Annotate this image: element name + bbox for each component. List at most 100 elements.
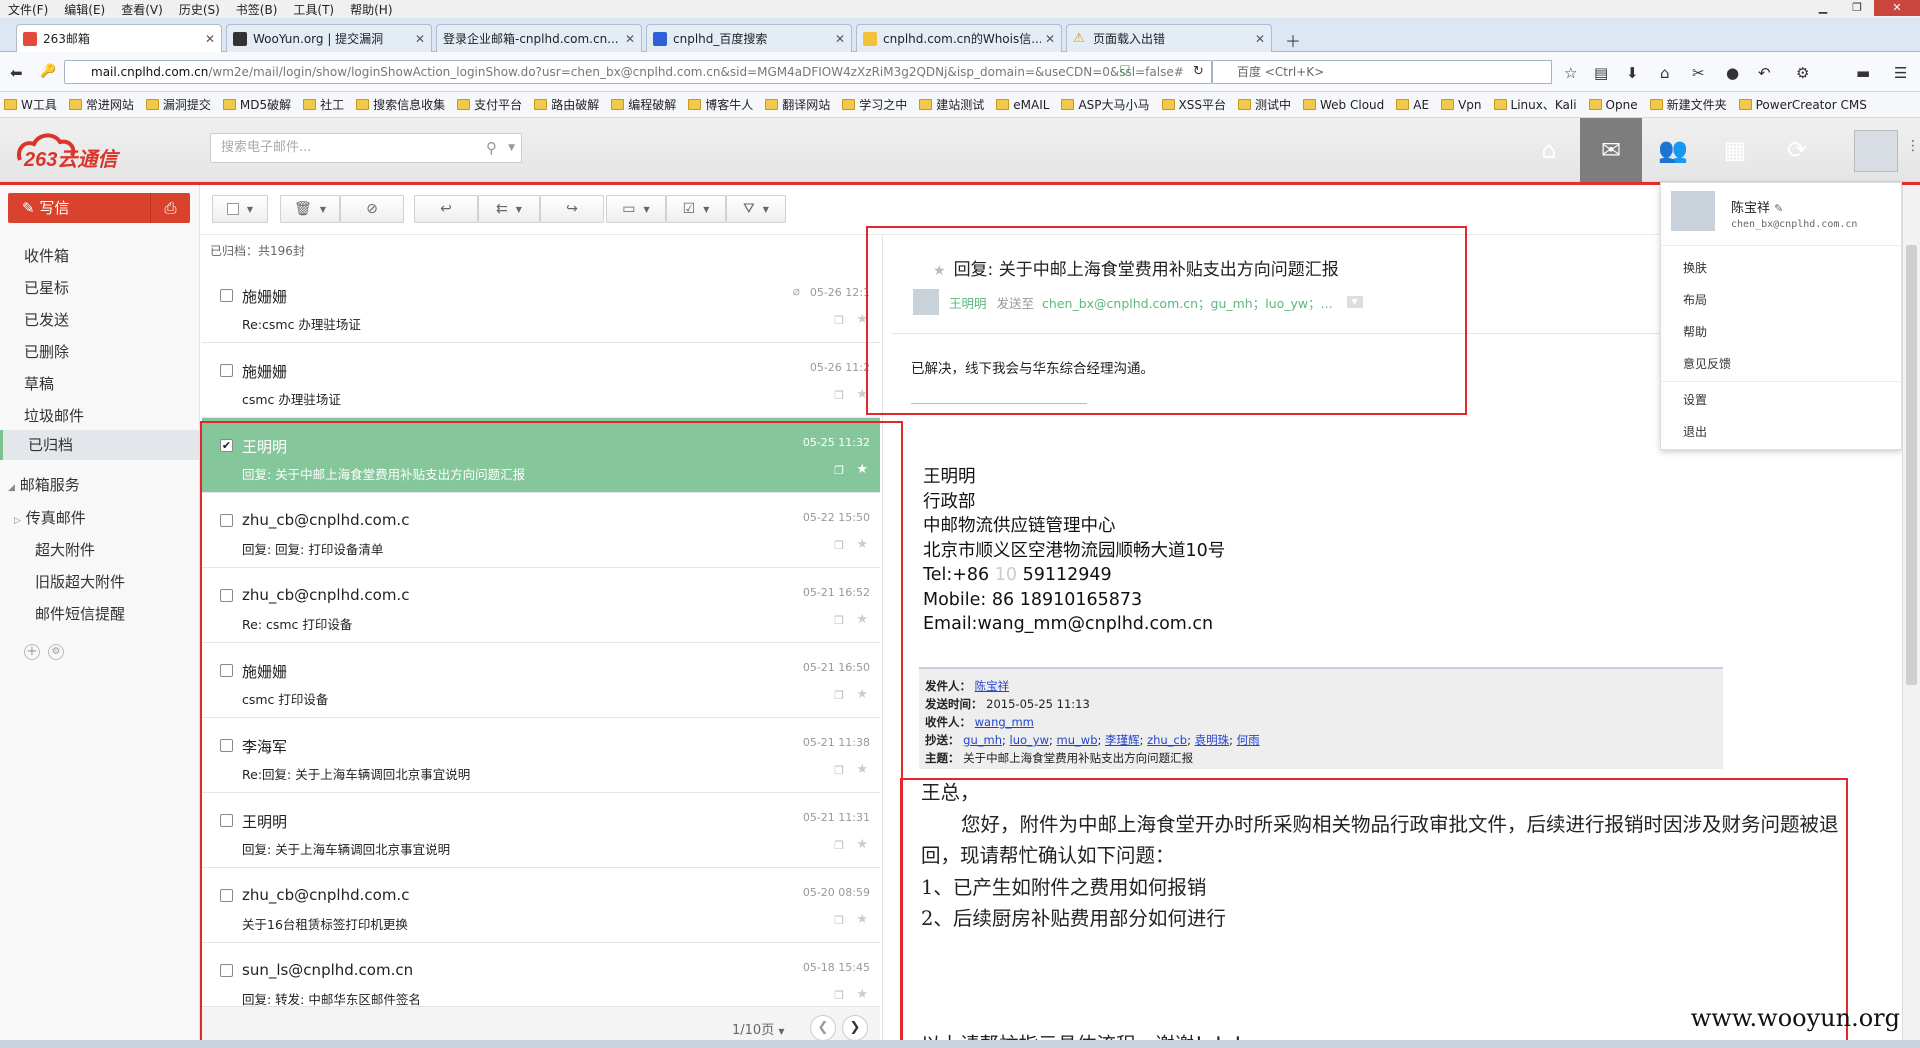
bookmark-item[interactable]: 支付平台	[457, 96, 522, 113]
bookmark-star-icon[interactable]: ☆	[1564, 64, 1577, 82]
quoted-to-link[interactable]: wang_mm	[975, 715, 1034, 729]
list-item[interactable]: 施姗姗 csmc 办理驻场证 05-26 11:2 ❐ ★	[202, 343, 880, 418]
sidebar-item-sent[interactable]: 已发送	[24, 309, 69, 330]
bookmark-item[interactable]: 编程破解	[611, 96, 676, 113]
chevron-down-icon[interactable]: ▼	[508, 134, 515, 162]
mail-nav-icon[interactable]: ✉	[1580, 118, 1642, 182]
copy-icon[interactable]: ❐	[834, 389, 844, 402]
select-all-button[interactable]: ▼	[212, 195, 268, 223]
cc-link[interactable]: luo_yw	[1010, 733, 1049, 747]
shield-icon[interactable]: ⛉	[1120, 64, 1130, 79]
cc-link[interactable]: zhu_cb	[1147, 733, 1187, 747]
list-item[interactable]: 施姗姗 Re:csmc 办理驻场证 05-26 12:1 ⌀ ❐ ★	[202, 268, 880, 343]
avatar[interactable]	[1854, 130, 1898, 172]
search-icon[interactable]: ⚲	[486, 134, 497, 162]
home-icon[interactable]: ⌂	[1660, 64, 1670, 82]
screenshot-icon[interactable]: ✂	[1692, 64, 1705, 82]
menu-help[interactable]: 帮助(H)	[342, 1, 400, 18]
sidebar-item-deleted[interactable]: 已删除	[24, 341, 69, 362]
bookmark-item[interactable]: 建站测试	[919, 96, 984, 113]
back-icon[interactable]: ⬅	[10, 64, 23, 82]
close-tab-icon[interactable]: ✕	[625, 32, 635, 46]
sidebar-item-starred[interactable]: 已星标	[24, 277, 69, 298]
menu-file[interactable]: 文件(F)	[0, 1, 56, 18]
menu-edit[interactable]: 编辑(E)	[56, 1, 113, 18]
menu-view[interactable]: 查看(V)	[113, 1, 171, 18]
menu-item-feedback[interactable]: 意见反馈	[1683, 355, 1731, 372]
receive-mail-icon[interactable]: ⎙	[150, 193, 190, 223]
menu-history[interactable]: 历史(S)	[171, 1, 228, 18]
bookmark-item[interactable]: 常进网站	[68, 96, 134, 113]
bookmark-item[interactable]: 博客牛人	[688, 96, 753, 113]
block-button[interactable]: ⊘	[340, 195, 404, 223]
bookmark-item[interactable]: 学习之中	[842, 96, 907, 113]
bookmark-item[interactable]: 搜索信息收集	[356, 96, 445, 113]
bookmark-item[interactable]: AE	[1396, 98, 1429, 112]
compose-button[interactable]: ✎ 写信 ⎙	[8, 193, 190, 223]
cc-link[interactable]: gu_mh	[963, 733, 1002, 747]
menu-bookmarks[interactable]: 书签(B)	[228, 1, 286, 18]
close-window-icon[interactable]: ✕	[1874, 0, 1920, 16]
bookmark-item[interactable]: 社工	[303, 96, 344, 113]
close-tab-icon[interactable]: ✕	[415, 32, 425, 46]
bookmark-item[interactable]: XSS平台	[1161, 96, 1226, 113]
close-tab-icon[interactable]: ✕	[1045, 32, 1055, 46]
url-bar[interactable]: mail.cnplhd.com.cn/wm2e/mail/login/show/…	[64, 60, 1212, 84]
tab-263mail[interactable]: 263邮箱 ✕	[16, 24, 222, 52]
menu-item-settings[interactable]: 设置	[1683, 391, 1707, 408]
tab-wooyun[interactable]: WooYun.org | 提交漏洞 ✕	[226, 24, 432, 52]
sidebar-item-spam[interactable]: 垃圾邮件	[24, 405, 84, 426]
home-nav-icon[interactable]: ⌂	[1518, 118, 1580, 182]
sidebar-item-drafts[interactable]: 草稿	[24, 373, 54, 394]
menu-icon[interactable]: ☰	[1894, 64, 1907, 82]
more-icon[interactable]: ⋮	[1906, 138, 1920, 154]
tab-whois[interactable]: cnplhd.com.cn的Whois信... ✕	[856, 24, 1062, 52]
forward-button[interactable]: ↪	[540, 195, 604, 223]
bookmark-item[interactable]: Linux、Kali	[1493, 96, 1577, 113]
cc-link[interactable]: mu_wb	[1057, 733, 1098, 747]
comment-icon[interactable]: ▬	[1856, 64, 1870, 82]
menu-item-layout[interactable]: 布局	[1683, 291, 1707, 308]
bookmark-item[interactable]: 翻译网站	[765, 96, 830, 113]
download-icon[interactable]: ⬇	[1626, 64, 1639, 82]
sidebar-services-header[interactable]: ◢ 邮箱服务	[8, 474, 80, 495]
bookmark-item[interactable]: 漏洞提交	[145, 96, 211, 113]
contacts-nav-icon[interactable]: 👥	[1642, 118, 1704, 182]
reload-icon[interactable]: ↻	[1193, 64, 1204, 79]
bookmark-item[interactable]: 测试中	[1238, 96, 1291, 113]
edit-icon[interactable]: ✎	[1774, 202, 1783, 215]
add-icon[interactable]: +	[24, 644, 40, 660]
close-tab-icon[interactable]: ✕	[205, 32, 215, 46]
tab-load-error[interactable]: ⚠ 页面载入出错 ✕	[1066, 24, 1272, 52]
sidebar-item-sms-reminder[interactable]: 邮件短信提醒	[35, 603, 125, 624]
sidebar-item-legacy-attachment[interactable]: 旧版超大附件	[35, 571, 125, 592]
move-folder-button[interactable]: ▭ ▼	[606, 195, 666, 223]
mail-search-input[interactable]: 搜索电子邮件... ⚲ ▼	[210, 133, 522, 163]
tab-baidu[interactable]: cnplhd_百度搜索 ✕	[646, 24, 852, 52]
close-tab-icon[interactable]: ✕	[1255, 32, 1265, 46]
close-tab-icon[interactable]: ✕	[835, 32, 845, 46]
mark-button[interactable]: ☑ ▼	[666, 195, 726, 223]
bookmark-item[interactable]: Opne	[1588, 98, 1638, 112]
minimize-icon[interactable]: ▁	[1806, 0, 1840, 16]
bookmark-item[interactable]: 路由破解	[534, 96, 599, 113]
site-identity-icon[interactable]: 🔑	[40, 64, 56, 79]
reply-all-button[interactable]: ⇇ ▼	[478, 195, 540, 223]
row-checkbox[interactable]	[220, 289, 233, 302]
sidebar-item-fax[interactable]: ▷ 传真邮件	[14, 507, 86, 528]
bookmark-item[interactable]: PowerCreator CMS	[1738, 98, 1867, 112]
scrollbar[interactable]	[1902, 185, 1920, 1048]
filter-button[interactable]: ⛛ ▼	[726, 195, 786, 223]
bookmark-item[interactable]: ASP大马小马	[1061, 96, 1150, 113]
calendar-nav-icon[interactable]: ▦	[1704, 118, 1766, 182]
copy-icon[interactable]: ❐	[834, 314, 844, 327]
tab-login-enterprise[interactable]: 登录企业邮箱-cnplhd.com.cn... ✕	[436, 24, 642, 52]
bookmark-item[interactable]: Vpn	[1441, 98, 1482, 112]
reader-icon[interactable]: ▤	[1594, 64, 1608, 82]
bookmark-item[interactable]: MD5破解	[222, 96, 291, 113]
delete-button[interactable]: 🗑 ▼	[280, 195, 340, 223]
bookmark-item[interactable]: 新建文件夹	[1649, 96, 1727, 113]
bookmark-item[interactable]: W工具	[4, 96, 57, 113]
bookmark-item[interactable]: Web Cloud	[1303, 98, 1384, 112]
row-checkbox[interactable]	[220, 364, 233, 377]
